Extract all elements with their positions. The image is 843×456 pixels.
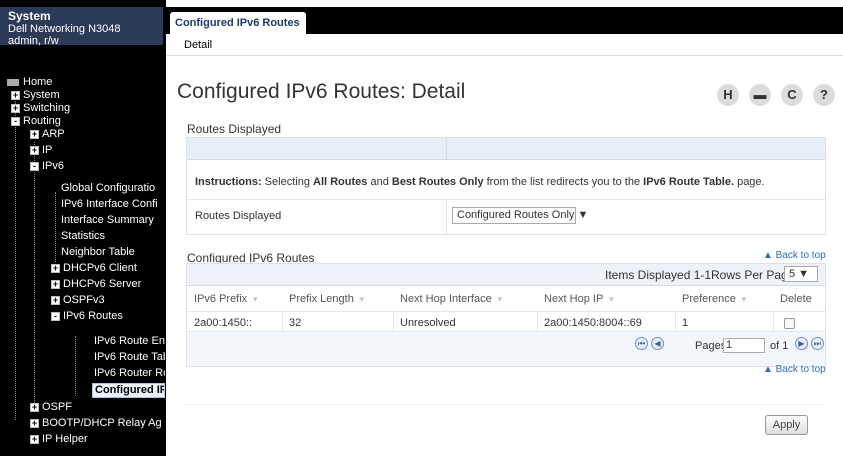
sidebar-item-interface-summary[interactable]: Interface Summary bbox=[61, 214, 165, 227]
sidebar-item-dhcpv6-server[interactable]: + DHCPv6 Server bbox=[51, 278, 141, 291]
routes-displayed-panel: Instructions: Selecting All Routes and B… bbox=[186, 137, 826, 235]
column-header-ipv6-prefix[interactable]: IPv6 Prefix ▼ bbox=[194, 293, 259, 305]
expand-icon[interactable]: + bbox=[30, 129, 39, 139]
sidebar-item-configured-ipv6-routes[interactable]: Configured IF bbox=[92, 383, 165, 398]
device-name: Dell Networking N3048 bbox=[8, 23, 121, 35]
expand-icon[interactable]: + bbox=[11, 103, 20, 113]
sidebar-item-routing[interactable]: - Routing bbox=[11, 115, 61, 128]
system-header: System Dell Networking N3048 admin, r/w bbox=[0, 7, 163, 47]
expand-icon[interactable]: + bbox=[51, 263, 60, 273]
refresh-icon[interactable]: C bbox=[781, 84, 803, 106]
divider bbox=[537, 311, 538, 331]
divider bbox=[187, 199, 825, 200]
expand-icon[interactable]: + bbox=[51, 279, 60, 289]
collapse-icon[interactable]: - bbox=[30, 161, 39, 171]
column-header-delete: Delete bbox=[780, 293, 812, 305]
sidebar-item-ipv6[interactable]: - IPv6 bbox=[30, 160, 64, 173]
divider bbox=[282, 311, 283, 331]
back-to-top-link[interactable]: ▲ Back to top bbox=[763, 250, 826, 261]
divider bbox=[675, 311, 676, 331]
routes-displayed-select[interactable]: Configured Routes Only ▼ bbox=[452, 207, 588, 224]
expand-icon[interactable]: + bbox=[11, 90, 20, 100]
expand-icon[interactable]: + bbox=[30, 418, 39, 428]
help-icon[interactable]: ? bbox=[813, 84, 835, 106]
instructions-text: Instructions: Selecting All Routes and B… bbox=[195, 176, 765, 188]
divider bbox=[446, 138, 447, 160]
main-content: Configured IPv6 Routes Detail Configured… bbox=[166, 0, 843, 456]
sidebar-item-ip-helper[interactable]: + IP Helper bbox=[30, 433, 88, 446]
divider bbox=[446, 199, 447, 234]
divider bbox=[186, 404, 826, 405]
subtab-bar: Detail bbox=[166, 34, 843, 56]
cell-prefix-length: 32 bbox=[289, 317, 302, 329]
column-header-next-hop-interface[interactable]: Next Hop Interface ▼ bbox=[400, 293, 504, 305]
sidebar-item-home[interactable]: Home bbox=[7, 76, 52, 89]
system-title: System bbox=[8, 9, 51, 23]
sidebar-item-neighbor-table[interactable]: Neighbor Table bbox=[61, 246, 165, 259]
routes-displayed-label: Routes Displayed bbox=[195, 210, 282, 222]
tree-line bbox=[75, 336, 76, 396]
routes-table-panel: Items Displayed 1-1 Rows Per Page 5 ▼ IP… bbox=[186, 263, 826, 367]
sidebar-item-ospf[interactable]: + OSPF bbox=[30, 401, 72, 414]
divider bbox=[393, 311, 394, 331]
sidebar-item-system[interactable]: + System bbox=[11, 89, 60, 102]
tree-line bbox=[55, 192, 56, 262]
sidebar-item-ipv6-interface-config[interactable]: IPv6 Interface Confi bbox=[61, 198, 165, 211]
tree-line bbox=[15, 92, 16, 420]
divider bbox=[773, 311, 774, 331]
sidebar-item-ipv6-router-route[interactable]: IPv6 Router Ro bbox=[94, 367, 165, 380]
rows-per-page-select[interactable]: 5 ▼ bbox=[784, 266, 818, 282]
tab-bar: Configured IPv6 Routes bbox=[166, 7, 843, 34]
first-page-icon[interactable]: ⏮ bbox=[635, 337, 648, 350]
rows-per-page-label: Rows Per Page bbox=[711, 268, 795, 282]
cell-preference: 1 bbox=[682, 317, 689, 329]
sidebar-item-arp[interactable]: + ARP bbox=[30, 128, 65, 141]
pages-label: Pages bbox=[695, 340, 727, 352]
page-number-input[interactable]: 1 bbox=[723, 338, 765, 353]
navigation-sidebar: System Dell Networking N3048 admin, r/w … bbox=[0, 0, 166, 456]
sidebar-item-ipv6-route-entry[interactable]: IPv6 Route Ent bbox=[94, 335, 165, 348]
sidebar-item-ip[interactable]: + IP bbox=[30, 144, 52, 157]
cell-next-hop-ip: 2a00:1450:8004::69 bbox=[544, 317, 642, 329]
panel-header bbox=[187, 138, 825, 160]
expand-icon[interactable]: + bbox=[30, 402, 39, 412]
column-header-prefix-length[interactable]: Prefix Length ▼ bbox=[289, 293, 366, 305]
collapse-icon[interactable]: - bbox=[51, 311, 60, 321]
sidebar-item-switching[interactable]: + Switching bbox=[11, 102, 70, 115]
sidebar-item-dhcpv6-client[interactable]: + DHCPv6 Client bbox=[51, 262, 137, 275]
user-role: admin, r/w bbox=[8, 35, 59, 47]
sidebar-item-statistics[interactable]: Statistics bbox=[61, 230, 165, 243]
cell-next-hop-interface: Unresolved bbox=[400, 317, 456, 329]
save-icon[interactable]: H bbox=[717, 84, 739, 106]
sidebar-item-ipv6-route-table[interactable]: IPv6 Route Tab bbox=[94, 351, 165, 364]
expand-icon[interactable]: + bbox=[51, 295, 60, 305]
page-title: Configured IPv6 Routes: Detail bbox=[177, 80, 466, 103]
sidebar-item-ipv6-routes[interactable]: - IPv6 Routes bbox=[51, 310, 123, 323]
subtab-detail[interactable]: Detail bbox=[184, 39, 212, 51]
app-window: System Dell Networking N3048 admin, r/w … bbox=[0, 0, 843, 456]
tab-configured-ipv6-routes[interactable]: Configured IPv6 Routes bbox=[170, 12, 306, 34]
column-header-next-hop-ip[interactable]: Next Hop IP ▼ bbox=[544, 293, 615, 305]
expand-icon[interactable]: + bbox=[30, 434, 39, 444]
sidebar-item-ospfv3[interactable]: + OSPFv3 bbox=[51, 294, 105, 307]
back-to-top-link-bottom[interactable]: ▲ Back to top bbox=[763, 364, 826, 375]
apply-button[interactable]: Apply bbox=[765, 415, 808, 435]
home-icon bbox=[7, 78, 19, 86]
last-page-icon[interactable]: ⏭ bbox=[811, 337, 824, 350]
print-icon[interactable]: ▬ bbox=[749, 84, 771, 106]
routes-displayed-heading: Routes Displayed bbox=[187, 122, 282, 136]
delete-checkbox[interactable] bbox=[784, 318, 795, 329]
sidebar-item-bootp-dhcp-relay[interactable]: + BOOTP/DHCP Relay Ag bbox=[30, 417, 162, 430]
page-count-label: of 1 bbox=[770, 340, 789, 352]
sidebar-item-global-configuration[interactable]: Global Configuratio bbox=[61, 182, 165, 195]
collapse-icon[interactable]: - bbox=[11, 116, 20, 126]
column-header-preference[interactable]: Preference ▼ bbox=[682, 293, 748, 305]
cell-ipv6-prefix: 2a00:1450:: bbox=[194, 317, 253, 329]
tree-line bbox=[34, 142, 35, 405]
items-displayed-text: Items Displayed 1-1 bbox=[605, 268, 712, 282]
expand-icon[interactable]: + bbox=[30, 145, 39, 155]
previous-page-icon[interactable]: ◀ bbox=[651, 337, 664, 350]
next-page-icon[interactable]: ▶ bbox=[795, 337, 808, 350]
